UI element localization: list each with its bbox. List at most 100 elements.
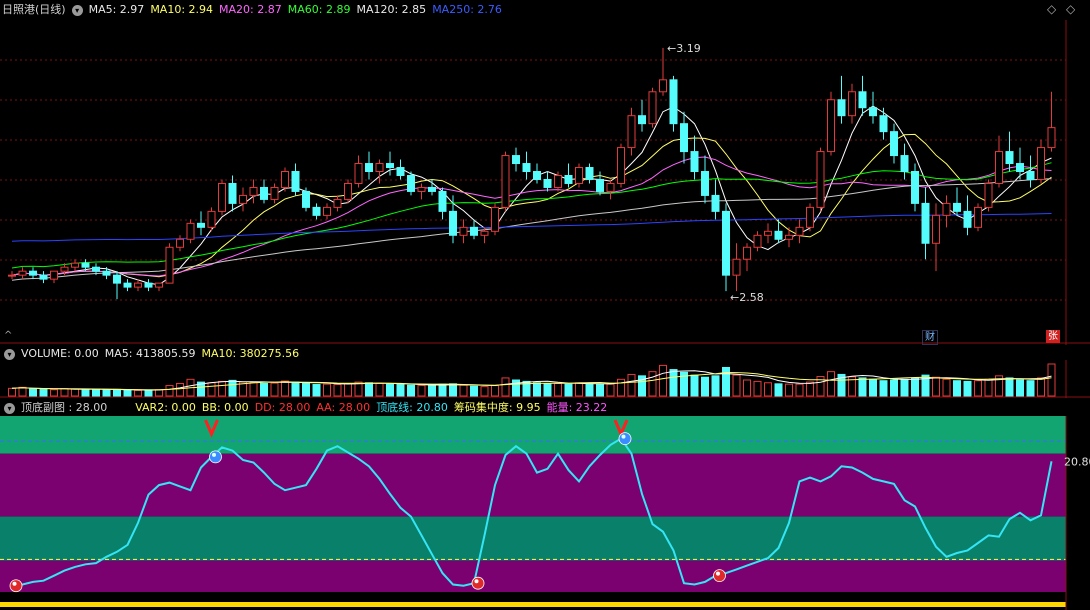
- candle: [29, 270, 37, 276]
- candle: [134, 282, 142, 288]
- candle: [627, 115, 636, 149]
- volume-bar: [102, 389, 111, 397]
- candle: [648, 91, 657, 125]
- candle: [312, 206, 321, 216]
- volume-bar: [932, 376, 940, 397]
- volume-bar: [795, 383, 804, 397]
- volume-bar: [606, 383, 615, 397]
- candle: [81, 262, 90, 268]
- candle: [690, 151, 699, 173]
- candle: [186, 222, 195, 240]
- volume-bar: [165, 385, 174, 397]
- candle: [722, 210, 730, 276]
- volume-bar: [1047, 363, 1056, 397]
- candle: [39, 274, 48, 280]
- candle: [375, 163, 384, 173]
- candle: [848, 91, 856, 117]
- collapse-icon[interactable]: ▾: [4, 348, 15, 360]
- volume-bar: [407, 384, 415, 397]
- volume-bar: [501, 377, 510, 397]
- candle: [827, 99, 835, 153]
- volume-bar: [260, 382, 268, 397]
- volume-bar: [312, 384, 321, 397]
- candle: [428, 186, 436, 192]
- volume-bar: [396, 384, 405, 397]
- ma-line-ma250: [11, 213, 1052, 242]
- signal-ball: [9, 579, 23, 593]
- volume-bar: [533, 382, 541, 397]
- volume-bar: [302, 382, 310, 397]
- indicator-band: [0, 560, 1066, 592]
- volume-bar: [669, 369, 678, 397]
- volume-bar: [869, 378, 877, 397]
- volume-bar: [806, 381, 814, 397]
- volume-bar: [39, 388, 48, 397]
- candle: [795, 226, 804, 236]
- candle: [491, 206, 499, 232]
- volume-bar: [575, 382, 583, 397]
- candle: [900, 155, 909, 173]
- candle: [218, 182, 226, 212]
- candle: [165, 246, 174, 284]
- candle: [449, 210, 457, 236]
- candle: [512, 155, 520, 165]
- candle: [816, 151, 825, 208]
- candle: [953, 202, 961, 212]
- volume-bar: [1026, 380, 1035, 397]
- finance-badge[interactable]: 财: [922, 330, 938, 345]
- candle: [8, 274, 16, 277]
- volume-bar: [60, 388, 69, 397]
- volume-bar: [470, 385, 478, 397]
- volume-bar: [554, 382, 562, 397]
- candle: [774, 230, 783, 240]
- volume-bar: [50, 389, 58, 397]
- indicator-legend-item-5: 筹码集中度: 9.95: [453, 401, 541, 414]
- collapse-icon[interactable]: ▾: [4, 402, 15, 414]
- signal-ball: [209, 450, 222, 464]
- candle: [932, 214, 940, 244]
- volume-bar: [743, 379, 751, 397]
- volume-bar: [333, 384, 342, 397]
- candle: [984, 182, 993, 208]
- indicator-band: [0, 516, 1066, 561]
- volume-bar: [438, 383, 447, 397]
- candle: [701, 171, 709, 196]
- candle: [386, 163, 394, 169]
- volume-bar: [764, 382, 772, 397]
- volume-bar: [29, 388, 37, 397]
- candle: [144, 282, 153, 288]
- volume-bar: [627, 373, 636, 397]
- candle: [344, 182, 352, 200]
- candle: [764, 230, 772, 236]
- volume-bar: [428, 385, 436, 397]
- candle: [606, 182, 615, 192]
- candle: [858, 91, 867, 109]
- indicator-legend-item-6: 能量: 23.22: [546, 401, 608, 414]
- candle: [438, 190, 447, 212]
- volume-chart: [0, 360, 1090, 398]
- candle: [743, 246, 751, 260]
- signal-ball: [713, 569, 726, 583]
- volume-bar: [134, 389, 142, 397]
- volume-bar: [375, 382, 384, 397]
- indicator-legend-item-4: 顶底线: 20.80: [376, 401, 448, 414]
- candle: [249, 186, 258, 196]
- candle: [302, 190, 310, 208]
- candle: [554, 174, 562, 188]
- candle: [522, 163, 531, 173]
- signal-ball: [471, 576, 485, 590]
- volume-bar: [596, 384, 604, 397]
- volume-legend-item-2: MA10: 380275.56: [201, 347, 300, 360]
- volume-bar: [249, 381, 258, 397]
- volume-bar: [617, 378, 625, 397]
- rise-badge[interactable]: 张: [1046, 330, 1060, 343]
- indicator-chart: 20.80: [0, 416, 1090, 610]
- candle: [617, 147, 625, 184]
- volume-bar: [459, 384, 468, 397]
- volume-bar: [701, 376, 709, 397]
- volume-bar: [827, 371, 835, 397]
- indicator-legend-item-1: BB: 0.00: [201, 401, 249, 414]
- candle: [596, 178, 604, 192]
- volume-bar: [942, 378, 951, 397]
- candle: [176, 238, 184, 248]
